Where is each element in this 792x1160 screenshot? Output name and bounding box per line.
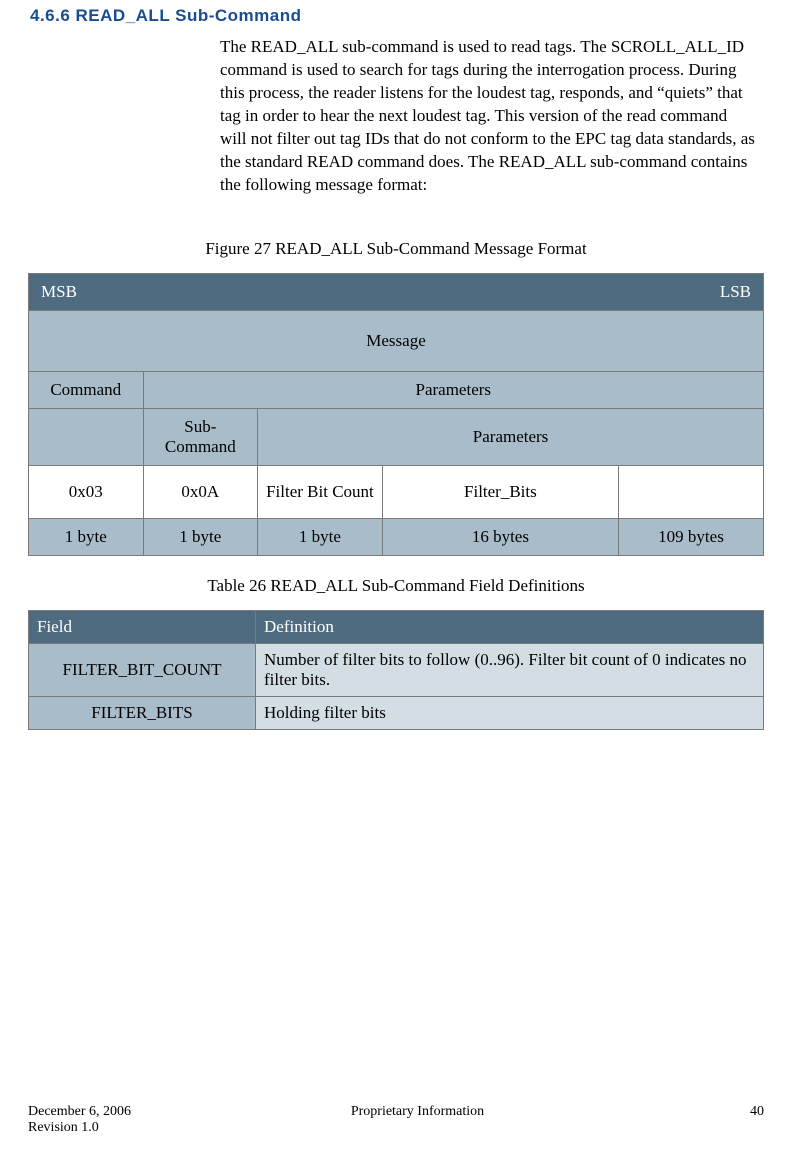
table-row: FILTER_BIT_COUNT Number of filter bits t… [29,643,764,696]
command-label: Command [29,371,144,408]
footer-revision: Revision 1.0 [28,1120,131,1136]
size-4: 109 bytes [618,518,763,555]
table-row: FILTER_BITS Holding filter bits [29,696,764,729]
table-caption: Table 26 READ_ALL Sub-Command Field Defi… [28,576,764,596]
section-heading: 4.6.6 READ_ALL Sub-Command [28,6,764,26]
field-definition: Number of filter bits to follow (0..96).… [256,643,764,696]
subcommand-label: Sub-Command [143,408,258,465]
parameters-label: Parameters [143,371,763,408]
size-3: 16 bytes [382,518,618,555]
field-name: FILTER_BITS [29,696,256,729]
figure-caption: Figure 27 READ_ALL Sub-Command Message F… [28,239,764,259]
size-1: 1 byte [143,518,258,555]
t2-header-field: Field [29,610,256,643]
val-filterbitcount: Filter Bit Count [258,465,383,518]
field-name: FILTER_BIT_COUNT [29,643,256,696]
lsb-label: LSB [720,282,757,302]
size-2: 1 byte [258,518,383,555]
body-paragraph: The READ_ALL sub-command is used to read… [28,36,764,197]
field-definitions-table: Field Definition FILTER_BIT_COUNT Number… [28,610,764,730]
val-filterbits: Filter_Bits [382,465,618,518]
parameters2-label: Parameters [258,408,764,465]
footer-page-number: 40 [704,1104,764,1120]
footer-center: Proprietary Information [131,1104,704,1120]
command-empty [29,408,144,465]
field-definition: Holding filter bits [256,696,764,729]
message-cell: Message [29,310,764,371]
message-format-table: MSB LSB Message Command Parameters Sub-C… [28,273,764,556]
val-command: 0x03 [29,465,144,518]
msb-label: MSB [35,282,77,302]
val-subcommand: 0x0A [143,465,258,518]
t2-header-definition: Definition [256,610,764,643]
size-0: 1 byte [29,518,144,555]
val-empty [618,465,763,518]
footer-date: December 6, 2006 [28,1104,131,1120]
msb-lsb-header: MSB LSB [29,273,764,310]
page-footer: December 6, 2006 Revision 1.0 Proprietar… [28,1104,764,1136]
